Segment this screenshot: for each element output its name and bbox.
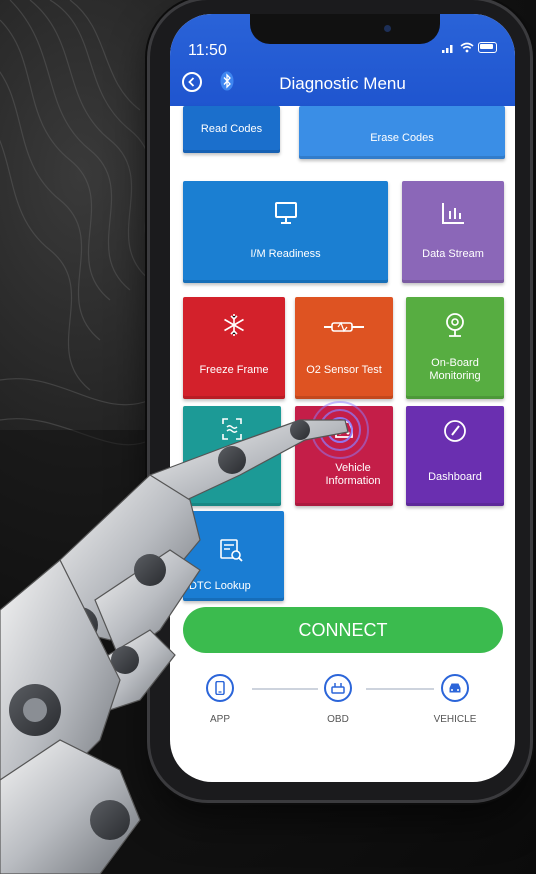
phone-notch (250, 14, 440, 44)
im-readiness-label: I/M Readiness (250, 248, 321, 260)
vehicle-label: VEHICLE (433, 714, 477, 725)
data-stream-tile[interactable]: Data Stream (402, 181, 504, 283)
sensor-probe-icon (324, 321, 364, 333)
onboard-monitoring-tile[interactable]: On-Board Monitoring (406, 297, 504, 399)
robot-hand-illustration (0, 419, 349, 874)
onboard-monitoring-label: On-Board Monitoring (429, 357, 481, 382)
dashboard-label: Dashboard (428, 471, 482, 483)
webcam-icon (446, 313, 464, 337)
freeze-frame-label: Freeze Frame (199, 364, 269, 376)
battery-icon (478, 42, 497, 53)
monitor-icon (274, 202, 297, 224)
vehicle-node (441, 674, 469, 702)
wifi-icon (460, 42, 474, 53)
dashboard-tile[interactable]: Dashboard (406, 406, 504, 506)
read-codes-label: Read Codes (200, 123, 263, 135)
status-time: 11:50 (188, 42, 227, 59)
status-icons (442, 42, 497, 53)
snowflake-icon (224, 314, 244, 336)
car-icon (449, 683, 461, 693)
page-title: Diagnostic Menu (279, 74, 406, 93)
gauge-icon (444, 420, 466, 442)
erase-codes-label: Erase Codes (370, 132, 434, 144)
im-readiness-tile[interactable]: I/M Readiness (183, 181, 388, 283)
erase-codes-tile[interactable]: Erase Codes (299, 106, 505, 159)
flow-line-right (366, 688, 434, 690)
app-header: 11:50 Diagnostic Menu (170, 14, 515, 106)
read-codes-tile[interactable]: Read Codes (183, 106, 280, 153)
data-stream-label: Data Stream (422, 248, 484, 260)
o2-sensor-test-label: O2 Sensor Test (306, 364, 382, 376)
bar-chart-icon (442, 203, 464, 224)
camera-icon (384, 25, 391, 32)
signal-icon (442, 44, 453, 53)
